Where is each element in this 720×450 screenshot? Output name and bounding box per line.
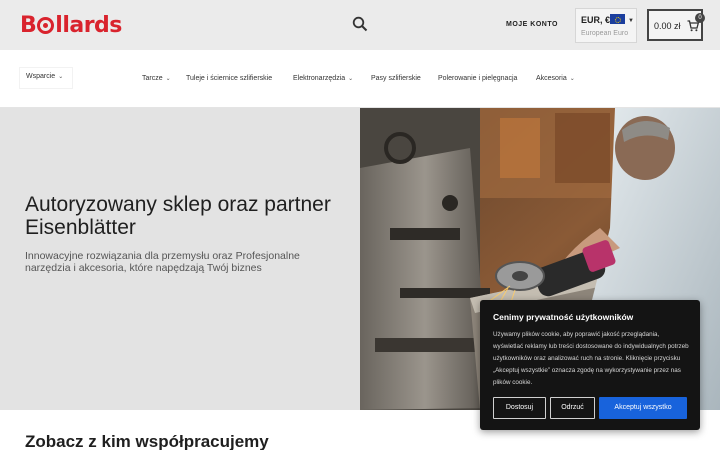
nav-item-pasy[interactable]: Pasy szlifierskie	[371, 75, 421, 82]
hero-title: Autoryzowany sklep oraz partner Eisenblä…	[25, 193, 331, 239]
currency-switcher[interactable]: EUR, € ▼ European Euro	[575, 8, 637, 43]
chevron-down-icon: ▼	[628, 18, 634, 24]
nav-item-tarcze[interactable]: Tarcze ⌄	[142, 75, 171, 82]
nav-item-tuleje[interactable]: Tuleje i ściernice szlifierskie	[186, 75, 272, 82]
chevron-down-icon: ⌄	[58, 74, 64, 80]
logo-letter-b: B	[20, 12, 37, 38]
eu-flag-icon	[610, 14, 625, 24]
my-account-link[interactable]: MOJE KONTO	[506, 21, 558, 28]
hero-subtitle: Innowacyjne rozwiązania dla przemysłu or…	[25, 250, 300, 274]
chevron-down-icon: ⌄	[569, 76, 575, 82]
nav-item-akcesoria[interactable]: Akcesoria ⌄	[536, 75, 575, 82]
support-menu[interactable]: Wsparcie ⌄	[20, 68, 72, 88]
support-label: Wsparcie	[26, 73, 56, 80]
nav-item-label: Pasy szlifierskie	[371, 75, 421, 82]
site-logo[interactable]: B llards	[20, 10, 122, 40]
site-header: B llards MOJE KONTO EUR, € ▼ European Eu…	[0, 0, 720, 50]
nav-item-polerowanie[interactable]: Polerowanie i pielęgnacja	[438, 75, 517, 82]
cart-count-badge: 0	[695, 13, 705, 23]
cookie-customize-button[interactable]: Dostosuj	[493, 397, 546, 419]
logo-target-icon	[37, 17, 55, 34]
cart-button[interactable]: 0.00 zł 0	[647, 9, 705, 41]
chevron-down-icon: ⌄	[165, 76, 171, 82]
cookie-description: Używamy plików cookie, aby poprawić jako…	[493, 331, 689, 386]
partners-section-title: Zobacz z kim współpracujemy	[25, 432, 269, 450]
nav-item-label: Elektronarzędzia	[293, 75, 346, 82]
nav-item-label: Tuleje i ściernice szlifierskie	[186, 75, 273, 82]
main-navigation: Wsparcie ⌄ Tarcze ⌄ Tuleje i ściernice szl…	[0, 50, 720, 108]
currency-code: EUR, €	[581, 15, 611, 25]
nav-item-elektronarzedzia[interactable]: Elektronarzędzia ⌄	[293, 75, 353, 82]
cookie-consent-banner: Cenimy prywatność użytkowników Używamy p…	[480, 300, 700, 430]
cookie-accept-all-button[interactable]: Akceptuj wszystko	[599, 397, 687, 419]
nav-item-label: Polerowanie i pielęgnacja	[438, 75, 518, 82]
cart-total: 0.00 zł	[654, 21, 681, 31]
nav-item-label: Tarcze	[142, 75, 163, 82]
search-icon[interactable]	[352, 16, 368, 32]
nav-item-label: Akcesoria	[536, 75, 567, 82]
currency-name: European Euro	[581, 30, 629, 37]
cookie-title: Cenimy prywatność użytkowników	[493, 312, 634, 322]
chevron-down-icon: ⌄	[348, 76, 354, 82]
logo-wordmark: llards	[55, 12, 122, 38]
cookie-reject-button[interactable]: Odrzuć	[550, 397, 595, 419]
